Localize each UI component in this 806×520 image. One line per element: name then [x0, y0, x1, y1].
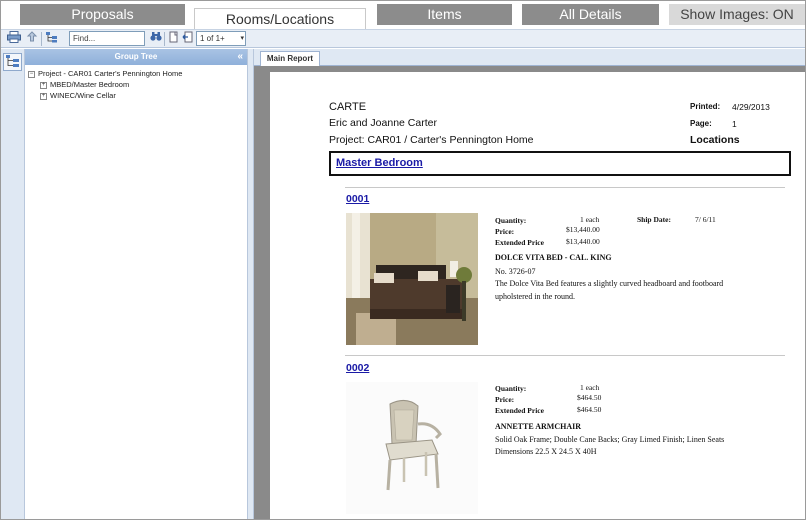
item-divider — [345, 355, 785, 356]
tree-node-label[interactable]: MBED/Master Bedroom — [50, 80, 129, 89]
item-image-bed — [346, 213, 478, 345]
page-label: Page: — [690, 119, 712, 128]
search-binoculars-icon[interactable] — [147, 31, 165, 47]
app-window: Proposals Rooms/Locations Items All Deta… — [0, 0, 806, 520]
group-tree-toggle-icon[interactable] — [43, 31, 61, 47]
tab-proposals[interactable]: Proposals — [20, 4, 185, 25]
report-toolbar: 1 of 1+ ▾ — [1, 29, 805, 48]
company-name: CARTE — [329, 101, 367, 113]
quantity-value: 1 each — [580, 383, 600, 392]
export-icon[interactable] — [23, 31, 41, 47]
page-number: 1 — [732, 119, 737, 129]
section-title: Locations — [690, 134, 740, 146]
ship-date-value: 7/ 6/11 — [695, 215, 716, 224]
page-dropdown-arrow-icon[interactable]: ▾ — [240, 32, 244, 45]
item-image-armchair — [346, 382, 478, 514]
tree-node-master-bedroom[interactable]: + MBED/Master Bedroom — [25, 79, 247, 90]
item-name: ANNETTE ARMCHAIR — [495, 422, 582, 431]
group-tree-header: Group Tree « — [25, 49, 247, 65]
client-name: Eric and Joanne Carter — [329, 117, 437, 129]
room-link[interactable]: Master Bedroom — [336, 157, 423, 169]
extended-price-value: $13,440.00 — [566, 237, 600, 246]
previous-page-icon[interactable] — [179, 31, 197, 47]
collapse-node-icon[interactable]: − — [28, 70, 35, 78]
tree-node-label[interactable]: WINEC/Wine Cellar — [50, 91, 116, 100]
group-tree-panel: Group Tree « − Project - CAR01 Carter's P… — [25, 49, 248, 519]
toolbar-divider — [41, 32, 42, 46]
ship-date-label: Ship Date: — [637, 215, 671, 224]
printed-date: 4/29/2013 — [732, 102, 770, 112]
show-images-toggle[interactable]: Show Images: ON — [669, 4, 805, 25]
tree-node-label[interactable]: Project - CAR01 Carter's Pennington Home — [38, 69, 182, 78]
tab-all-details[interactable]: All Details — [522, 4, 659, 25]
top-tab-bar: Proposals Rooms/Locations Items All Deta… — [1, 1, 805, 29]
quantity-label: Quantity: — [495, 216, 527, 225]
expand-node-icon[interactable]: + — [40, 81, 47, 89]
extended-price-value: $464.50 — [577, 405, 602, 414]
item-description: The Dolce Vita Bed features a slightly c… — [495, 279, 724, 288]
price-label: Price: — [495, 227, 515, 236]
tab-main-report[interactable]: Main Report — [260, 51, 320, 66]
price-value: $13,440.00 — [566, 225, 600, 234]
report-page: CARTE Eric and Joanne Carter Project: CA… — [270, 72, 805, 519]
quantity-label: Quantity: — [495, 384, 527, 393]
project-title: Project: CAR01 / Carter's Pennington Hom… — [329, 134, 534, 146]
item-name: DOLCE VITA BED - CAL. KING — [495, 253, 612, 262]
tree-node-wine-cellar[interactable]: + WINEC/Wine Cellar — [25, 90, 247, 101]
quantity-value: 1 each — [580, 215, 600, 224]
item-link[interactable]: 0001 — [346, 193, 369, 205]
price-label: Price: — [495, 395, 515, 404]
price-value: $464.50 — [577, 393, 602, 402]
find-input[interactable] — [69, 31, 145, 46]
page-selector[interactable]: 1 of 1+ ▾ — [196, 31, 246, 46]
group-tree-panel-icon[interactable] — [3, 53, 22, 71]
group-tree-title: Group Tree — [114, 52, 158, 61]
collapse-panel-icon[interactable]: « — [237, 49, 243, 65]
printed-label: Printed: — [690, 102, 721, 111]
print-icon[interactable] — [5, 31, 23, 47]
extended-price-label: Extended Price — [495, 238, 544, 247]
tab-rooms-locations[interactable]: Rooms/Locations — [194, 8, 366, 29]
item-dimensions: Dimensions 22.5 X 24.5 X 40H — [495, 447, 597, 456]
extended-price-label: Extended Price — [495, 406, 544, 415]
item-divider — [345, 187, 785, 188]
tab-items[interactable]: Items — [377, 4, 512, 25]
expand-node-icon[interactable]: + — [40, 92, 47, 100]
tree-node-project[interactable]: − Project - CAR01 Carter's Pennington Hom… — [25, 68, 247, 79]
item-description: upholstered in the round. — [495, 292, 575, 301]
page-selector-value: 1 of 1+ — [200, 34, 225, 43]
item-link[interactable]: 0002 — [346, 362, 369, 374]
report-tab-strip: Main Report — [254, 49, 805, 66]
left-rail — [1, 49, 25, 519]
room-header-box: Master Bedroom — [329, 151, 791, 176]
